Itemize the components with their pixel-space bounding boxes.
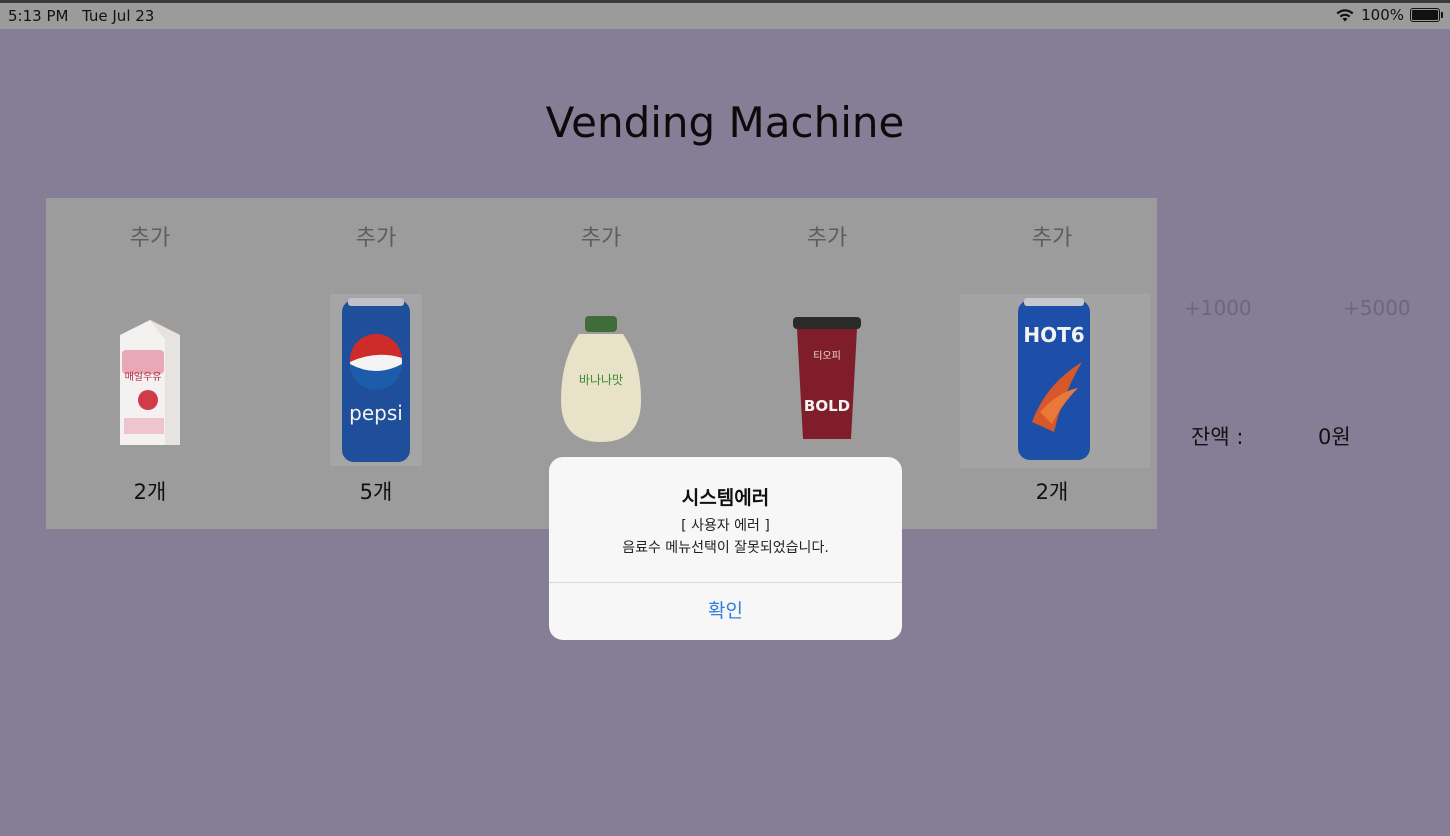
add-button-3[interactable]: 추가 xyxy=(501,220,701,252)
add-button-5[interactable]: 추가 xyxy=(952,220,1152,252)
milk-carton-icon[interactable]: 매일우유 xyxy=(50,292,250,468)
stock-count-2: 5개 xyxy=(359,480,393,504)
balance-value: 0원 xyxy=(1318,425,1351,449)
svg-text:티오피: 티오피 xyxy=(813,350,841,362)
alert-title: 시스템에러 xyxy=(681,487,770,509)
product-column-1: 추가 매일우유 2개 xyxy=(50,198,250,529)
battery-icon xyxy=(1410,8,1443,22)
alert-message-line2: 음료수 메뉴선택이 잘못되었습니다. xyxy=(622,540,829,556)
battery-percent: 100% xyxy=(1361,6,1404,24)
page-title: Vending Machine xyxy=(545,98,905,147)
wifi-icon xyxy=(1336,8,1354,21)
add-button-1[interactable]: 추가 xyxy=(50,220,250,252)
error-alert: 시스템에러 [ 사용자 에러 ] 음료수 메뉴선택이 잘못되었습니다. 확인 xyxy=(549,457,902,640)
product-column-5: 추가 HOT6 2개 xyxy=(952,198,1152,529)
status-bar: 5:13 PM Tue Jul 23 100% xyxy=(0,3,1450,29)
alert-message-line1: [ 사용자 에러 ] xyxy=(681,518,770,534)
add-button-4[interactable]: 추가 xyxy=(727,220,927,252)
svg-text:pepsi: pepsi xyxy=(349,401,403,425)
stock-count-5: 2개 xyxy=(1035,480,1069,504)
coffee-cup-icon[interactable]: 티오피 BOLD xyxy=(727,292,927,468)
status-time: 5:13 PM xyxy=(8,7,69,25)
status-right: 100% xyxy=(1335,6,1443,24)
balance-label: 잔액 : xyxy=(1191,425,1244,449)
pepsi-can-icon[interactable]: pepsi xyxy=(276,292,476,468)
svg-text:매일우유: 매일우유 xyxy=(125,371,162,383)
product-column-2: 추가 pepsi 5개 xyxy=(276,198,476,529)
hot6-can-icon[interactable]: HOT6 xyxy=(952,292,1152,468)
alert-confirm-button[interactable]: 확인 xyxy=(549,583,902,640)
status-date: Tue Jul 23 xyxy=(82,7,155,25)
svg-text:BOLD: BOLD xyxy=(804,397,850,415)
add-5000-button[interactable]: +5000 xyxy=(1343,296,1411,320)
svg-text:HOT6: HOT6 xyxy=(1023,323,1084,347)
svg-text:바나나맛: 바나나맛 xyxy=(579,373,623,387)
add-1000-button[interactable]: +1000 xyxy=(1184,296,1252,320)
banana-milk-icon[interactable]: 바나나맛 xyxy=(501,292,701,468)
add-button-2[interactable]: 추가 xyxy=(276,220,476,252)
stock-count-1: 2개 xyxy=(133,480,167,504)
